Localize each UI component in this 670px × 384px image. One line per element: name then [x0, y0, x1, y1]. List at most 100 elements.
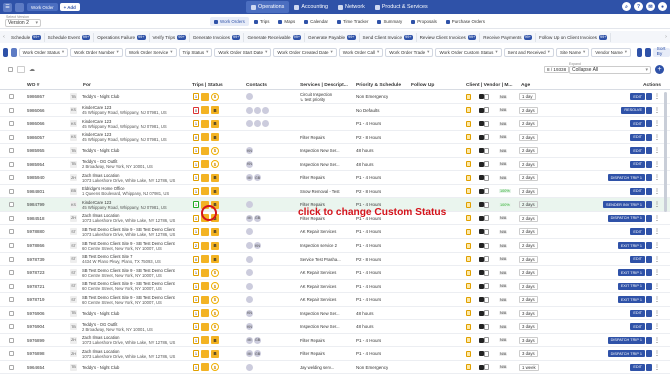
action-button[interactable]: EDIT — [630, 93, 645, 100]
status-icon[interactable] — [201, 173, 209, 182]
document-icon[interactable] — [466, 161, 471, 168]
status-icon[interactable] — [201, 92, 209, 101]
col-for[interactable]: For — [83, 83, 91, 88]
contact-avatar[interactable] — [262, 120, 269, 128]
row-checkbox[interactable] — [9, 324, 14, 330]
document-icon[interactable] — [466, 228, 471, 235]
status-icon[interactable] — [201, 241, 209, 250]
custom-status-icon[interactable]: $ — [211, 295, 219, 304]
col-wo[interactable]: WO # — [27, 83, 40, 88]
invoice-icon[interactable] — [484, 283, 489, 290]
action-dropdown[interactable] — [646, 269, 652, 277]
document-icon[interactable] — [466, 242, 471, 249]
wo-number[interactable]: 5984799 — [27, 198, 45, 211]
status-icon[interactable] — [201, 160, 209, 169]
wo-number[interactable]: 5985954 — [27, 158, 45, 171]
avatar[interactable]: ● — [658, 2, 667, 11]
trip-count[interactable]: 1 — [193, 228, 199, 236]
custom-status-icon[interactable]: B — [211, 227, 219, 236]
contact-avatar[interactable] — [246, 269, 253, 277]
status-icon[interactable] — [201, 363, 209, 372]
contact-avatar[interactable] — [246, 228, 253, 236]
more-icon[interactable]: ⋮ — [654, 364, 660, 371]
stage-tab[interactable]: Review Client Invoices 99+ — [417, 32, 481, 42]
trip-count[interactable]: 1 — [193, 323, 199, 331]
action-dropdown[interactable] — [646, 363, 652, 371]
action-button[interactable]: EXIT TRIP 1 — [617, 242, 645, 250]
invoice-icon[interactable] — [484, 201, 489, 208]
filter-icon[interactable] — [3, 47, 9, 57]
row-checkbox[interactable] — [9, 215, 14, 221]
document-icon[interactable] — [466, 120, 471, 127]
action-button[interactable]: EDIT — [630, 255, 645, 263]
trip-count[interactable]: 1 — [193, 309, 199, 317]
table-row[interactable]: 5986867 TB Teddy's - Night Club 1 $ Circuit I… — [0, 90, 670, 104]
document-icon[interactable] — [466, 323, 471, 330]
action-button[interactable]: EXIT TRIP 1 — [617, 269, 645, 277]
table-row[interactable]: 5976899 ZH Zach Ilmas Location 1073 Lakesho… — [0, 334, 670, 348]
stage-tab[interactable]: Schedule 99+ — [8, 32, 45, 42]
trip-count[interactable]: 2 — [193, 242, 199, 250]
document-icon[interactable] — [466, 256, 471, 263]
trip-count[interactable]: 1 — [193, 120, 199, 128]
more-icon[interactable]: ⋮ — [654, 242, 660, 249]
select-all-checkbox[interactable] — [8, 67, 13, 72]
status-icon[interactable] — [201, 119, 209, 128]
contact-avatar[interactable]: KN — [246, 323, 253, 331]
table-row[interactable]: 5976904 TB Teddy's - OG Outfit 2 Broadway, … — [0, 320, 670, 334]
action-button[interactable]: EXIT TRIP 1 — [617, 282, 645, 290]
action-dropdown[interactable] — [646, 187, 652, 195]
row-checkbox[interactable] — [9, 337, 14, 343]
custom-status-icon[interactable]: B — [211, 349, 219, 358]
wo-number[interactable]: 5976898 — [27, 347, 45, 360]
action-dropdown[interactable] — [646, 242, 652, 250]
more-icon[interactable]: ⋮ — [654, 269, 660, 276]
filter-chip[interactable]: Work Order Custom Status ▾ — [435, 47, 502, 57]
action-dropdown[interactable] — [646, 309, 652, 317]
more-icon[interactable]: ⋮ — [654, 310, 660, 317]
for-name[interactable]: Teddy's - Night Club — [82, 148, 119, 153]
custom-status-icon[interactable]: $ — [211, 363, 219, 372]
document-icon[interactable] — [466, 350, 471, 357]
action-dropdown[interactable] — [646, 323, 652, 331]
tab-maps[interactable]: Maps — [274, 17, 299, 26]
trip-count[interactable]: 1 — [193, 269, 199, 277]
wo-number[interactable]: 5978719 — [27, 293, 45, 306]
contact-avatar[interactable] — [246, 93, 253, 100]
col-client-vendor[interactable]: Client | Vendor | M... — [466, 83, 513, 88]
action-dropdown[interactable] — [646, 201, 652, 209]
action-button[interactable]: EDIT — [630, 323, 645, 331]
trip-count[interactable]: 1 — [193, 296, 199, 304]
filter-chip[interactable]: Sent and Received ▾ — [503, 47, 554, 57]
action-button[interactable]: DISPATCH TRIP 1 — [607, 174, 645, 182]
custom-status-icon[interactable]: $ — [211, 268, 219, 277]
status-icon[interactable] — [201, 255, 209, 264]
col-contacts[interactable]: Contacts — [246, 83, 267, 88]
action-dropdown[interactable] — [646, 93, 652, 100]
contact-avatar[interactable]: KN — [246, 309, 253, 317]
add-button[interactable]: + Add — [59, 3, 80, 11]
invoice-icon[interactable] — [484, 174, 489, 181]
invoice-icon[interactable] — [484, 228, 489, 235]
status-icon[interactable] — [201, 106, 209, 115]
col-priority[interactable]: Priority & Schedule — [356, 83, 401, 88]
grid-view-icon[interactable] — [637, 47, 643, 57]
action-dropdown[interactable] — [646, 147, 652, 155]
document-icon[interactable] — [466, 174, 471, 181]
tab-calendar[interactable]: Calendar — [300, 17, 332, 26]
action-dropdown[interactable] — [646, 133, 652, 141]
wo-number[interactable]: 5978739 — [27, 253, 45, 266]
document-icon[interactable] — [466, 283, 471, 290]
trip-count[interactable]: 1 — [193, 147, 199, 155]
stage-tab[interactable]: Verify Trips 99+ — [150, 32, 190, 42]
invoice-icon[interactable] — [484, 107, 489, 114]
filter-chip[interactable]: Work Order Service ▾ — [124, 47, 177, 57]
tab-time-tracker[interactable]: Time Tracker — [333, 17, 372, 26]
wo-number[interactable]: 5986057 — [27, 131, 45, 144]
more-icon[interactable]: ⋮ — [654, 134, 660, 141]
col-age[interactable]: Age — [521, 83, 530, 88]
action-dropdown[interactable] — [646, 255, 652, 263]
wo-number[interactable]: 5985940 — [27, 171, 45, 184]
action-button[interactable]: EDIT — [630, 147, 645, 155]
row-checkbox[interactable] — [9, 175, 14, 181]
